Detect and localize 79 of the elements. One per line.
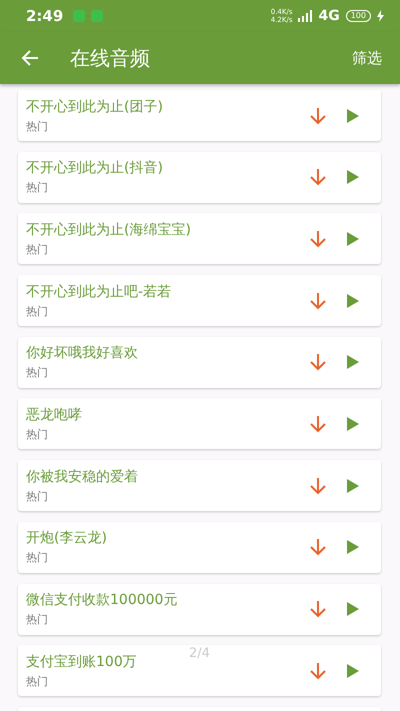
play-icon xyxy=(347,294,359,308)
download-arrow-icon xyxy=(309,476,327,495)
download-button[interactable] xyxy=(309,292,327,310)
download-button[interactable] xyxy=(309,230,327,248)
download-arrow-icon xyxy=(309,106,327,124)
battery-level: 100 xyxy=(346,10,371,22)
app-notification-icon xyxy=(91,10,104,22)
play-button[interactable] xyxy=(347,294,359,308)
charging-icon xyxy=(377,10,384,22)
download-arrow-icon xyxy=(309,353,327,372)
download-arrow-icon xyxy=(309,292,327,310)
play-button[interactable] xyxy=(347,108,359,122)
audio-title: 恶龙咆哮 xyxy=(26,406,82,424)
audio-tag: 热门 xyxy=(26,674,48,689)
download-arrow-icon xyxy=(309,168,327,186)
download-arrow-icon xyxy=(309,230,327,248)
download-arrow-icon xyxy=(309,414,327,433)
download-arrow-icon xyxy=(309,662,327,680)
download-button[interactable] xyxy=(309,106,327,124)
audio-title: 开炮(李云龙) xyxy=(26,529,107,548)
play-button[interactable] xyxy=(347,540,359,554)
audio-list-item[interactable]: 恶龙咆哮 热门 xyxy=(18,398,381,450)
download-button[interactable] xyxy=(309,353,327,372)
status-time: 2:49 xyxy=(26,7,64,25)
play-button[interactable] xyxy=(347,170,359,184)
audio-tag: 热门 xyxy=(26,118,48,134)
play-icon xyxy=(347,108,359,122)
play-icon xyxy=(347,540,359,554)
audio-list-item[interactable]: 不开心到此为止(抖音) 热门 xyxy=(18,152,381,203)
network-type: 4G xyxy=(318,8,340,24)
play-button[interactable] xyxy=(347,602,359,616)
audio-title: 支付宝到账100万 xyxy=(26,652,137,671)
play-icon xyxy=(347,355,359,370)
play-button[interactable] xyxy=(347,664,359,678)
audio-tag: 热门 xyxy=(26,304,48,319)
play-icon xyxy=(347,664,359,678)
toolbar-title: 在线音频 xyxy=(70,44,150,72)
back-arrow-icon xyxy=(20,48,40,68)
play-button[interactable] xyxy=(347,478,359,493)
download-button[interactable] xyxy=(309,600,327,618)
play-icon xyxy=(347,416,359,431)
download-button[interactable] xyxy=(309,168,327,186)
audio-tag: 热门 xyxy=(26,242,48,257)
filter-button[interactable]: 筛选 xyxy=(348,44,386,72)
play-button[interactable] xyxy=(347,416,359,431)
audio-list-item[interactable]: 不开心到此为止(团子) 热门 xyxy=(18,90,381,141)
play-icon xyxy=(347,478,359,493)
play-button[interactable] xyxy=(347,232,359,246)
audio-list-item[interactable]: 你被我安稳的爱着 热门 xyxy=(18,460,381,512)
download-button[interactable] xyxy=(309,538,327,556)
play-icon xyxy=(347,170,359,184)
audio-title: 不开心到此为止(团子) xyxy=(26,98,163,116)
audio-list-item[interactable]: 开炮(李云龙) 热门 xyxy=(18,522,381,573)
audio-list-item[interactable]: 你好坏哦我好喜欢 热门 xyxy=(18,336,381,388)
download-button[interactable] xyxy=(309,476,327,495)
audio-title: 微信支付收款100000元 xyxy=(26,591,178,609)
audio-title: 不开心到此为止(抖音) xyxy=(26,159,163,178)
audio-list-item[interactable]: 微信支付收款100000元 热门 xyxy=(18,584,381,634)
download-button[interactable] xyxy=(309,662,327,680)
audio-tag: 热门 xyxy=(26,488,48,504)
play-button[interactable] xyxy=(347,355,359,370)
audio-list-item[interactable]: 不开心到此为止吧-若若 热门 xyxy=(18,275,381,326)
audio-title: 你好坏哦我好喜欢 xyxy=(26,344,138,362)
app-notification-icon xyxy=(73,10,86,22)
download-button[interactable] xyxy=(309,414,327,433)
audio-title: 不开心到此为止(海绵宝宝) xyxy=(26,220,191,239)
signal-icon xyxy=(298,10,312,22)
play-icon xyxy=(347,232,359,246)
audio-title: 不开心到此为止吧-若若 xyxy=(26,282,172,301)
audio-tag: 热门 xyxy=(26,365,48,380)
audio-tag: 热门 xyxy=(26,550,48,566)
audio-tag: 热门 xyxy=(26,612,48,627)
play-icon xyxy=(347,602,359,616)
audio-tag: 热门 xyxy=(26,426,48,442)
audio-list-item[interactable]: 不开心到此为止(海绵宝宝) 热门 xyxy=(18,213,381,264)
audio-title: 你被我安稳的爱着 xyxy=(26,468,138,486)
download-arrow-icon xyxy=(309,538,327,556)
audio-tag: 热门 xyxy=(26,180,48,196)
download-arrow-icon xyxy=(309,600,327,618)
